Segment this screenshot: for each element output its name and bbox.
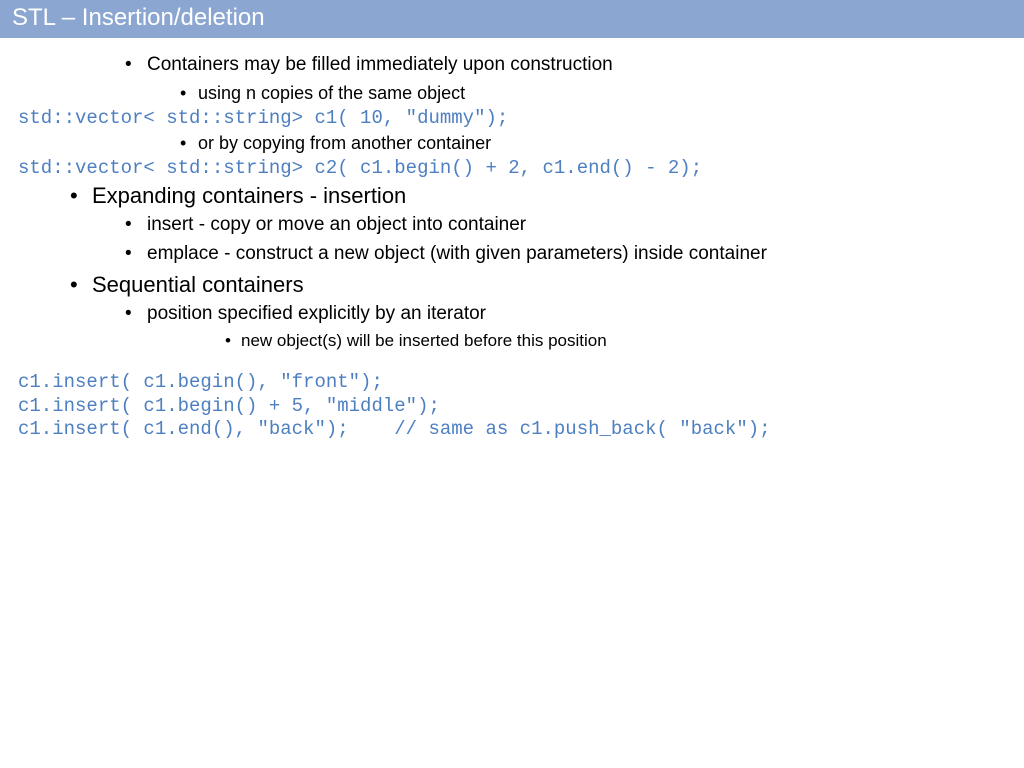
slide-body: Containers may be filled immediately upo… bbox=[0, 38, 1024, 442]
slide-title-bar: STL – Insertion/deletion bbox=[0, 0, 1024, 38]
code-line: std::vector< std::string> c2( c1.begin()… bbox=[18, 157, 1024, 181]
bullet-item: or by copying from another container bbox=[180, 131, 1024, 155]
bullet-item: new object(s) will be inserted before th… bbox=[225, 330, 1024, 353]
bullet-item: using n copies of the same object bbox=[180, 81, 1024, 105]
code-line: std::vector< std::string> c1( 10, "dummy… bbox=[18, 107, 1024, 131]
bullet-item: Sequential containers bbox=[70, 270, 1024, 300]
bullet-item: position specified explicitly by an iter… bbox=[125, 301, 1024, 328]
bullet-item: Containers may be filled immediately upo… bbox=[125, 52, 1024, 79]
bullet-item: insert - copy or move an object into con… bbox=[125, 212, 1024, 239]
slide-title: STL – Insertion/deletion bbox=[12, 4, 265, 31]
code-block: c1.insert( c1.begin(), "front"); c1.inse… bbox=[18, 371, 1024, 442]
bullet-item: emplace - construct a new object (with g… bbox=[125, 241, 1024, 268]
bullet-item: Expanding containers - insertion bbox=[70, 181, 1024, 211]
